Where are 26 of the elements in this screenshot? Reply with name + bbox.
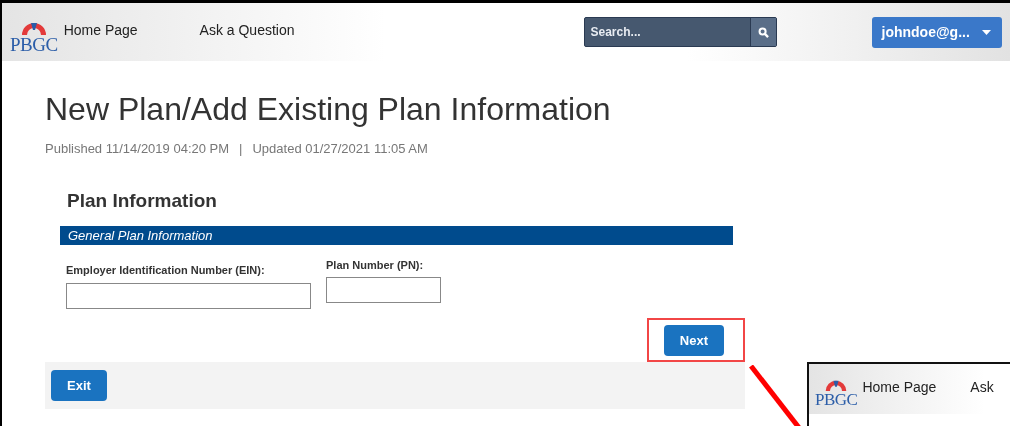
user-menu-button[interactable]: johndoe@g...	[871, 16, 1002, 48]
field-label: Employer Identification Number (EIN):	[66, 264, 266, 276]
search-button[interactable]	[749, 18, 776, 46]
field-label: Plan Number (PN):	[326, 259, 425, 271]
logo-text: PBGC	[815, 390, 858, 408]
input-field[interactable]	[66, 283, 311, 309]
arch-icon	[19, 20, 48, 35]
updated-date: Updated 01/27/2021 11:05 AM	[252, 141, 428, 156]
section-bar: General Plan Information	[60, 226, 733, 245]
exit-button[interactable]: Exit	[51, 370, 107, 401]
search-icon	[757, 26, 769, 38]
nav-link[interactable]: Ask	[970, 379, 994, 395]
logo-text: PBGC	[10, 34, 58, 54]
search-bar[interactable]: Search...	[583, 17, 777, 47]
caret-icon	[981, 29, 991, 35]
arch-icon	[824, 378, 849, 391]
nav-link[interactable]: Home Page	[63, 22, 138, 38]
nav-link[interactable]: Home Page	[862, 379, 937, 395]
separator: |	[239, 141, 243, 156]
search-field[interactable]: Search...	[584, 18, 750, 46]
next-button[interactable]: Next	[663, 325, 724, 356]
input-field[interactable]	[326, 277, 441, 303]
page-title: New Plan/Add Existing Plan Information	[45, 91, 612, 128]
section-heading: Plan Information	[67, 190, 218, 212]
published-date: Published 11/14/2019 04:20 PM	[45, 141, 230, 156]
nav-link[interactable]: Ask a Question	[199, 22, 295, 38]
